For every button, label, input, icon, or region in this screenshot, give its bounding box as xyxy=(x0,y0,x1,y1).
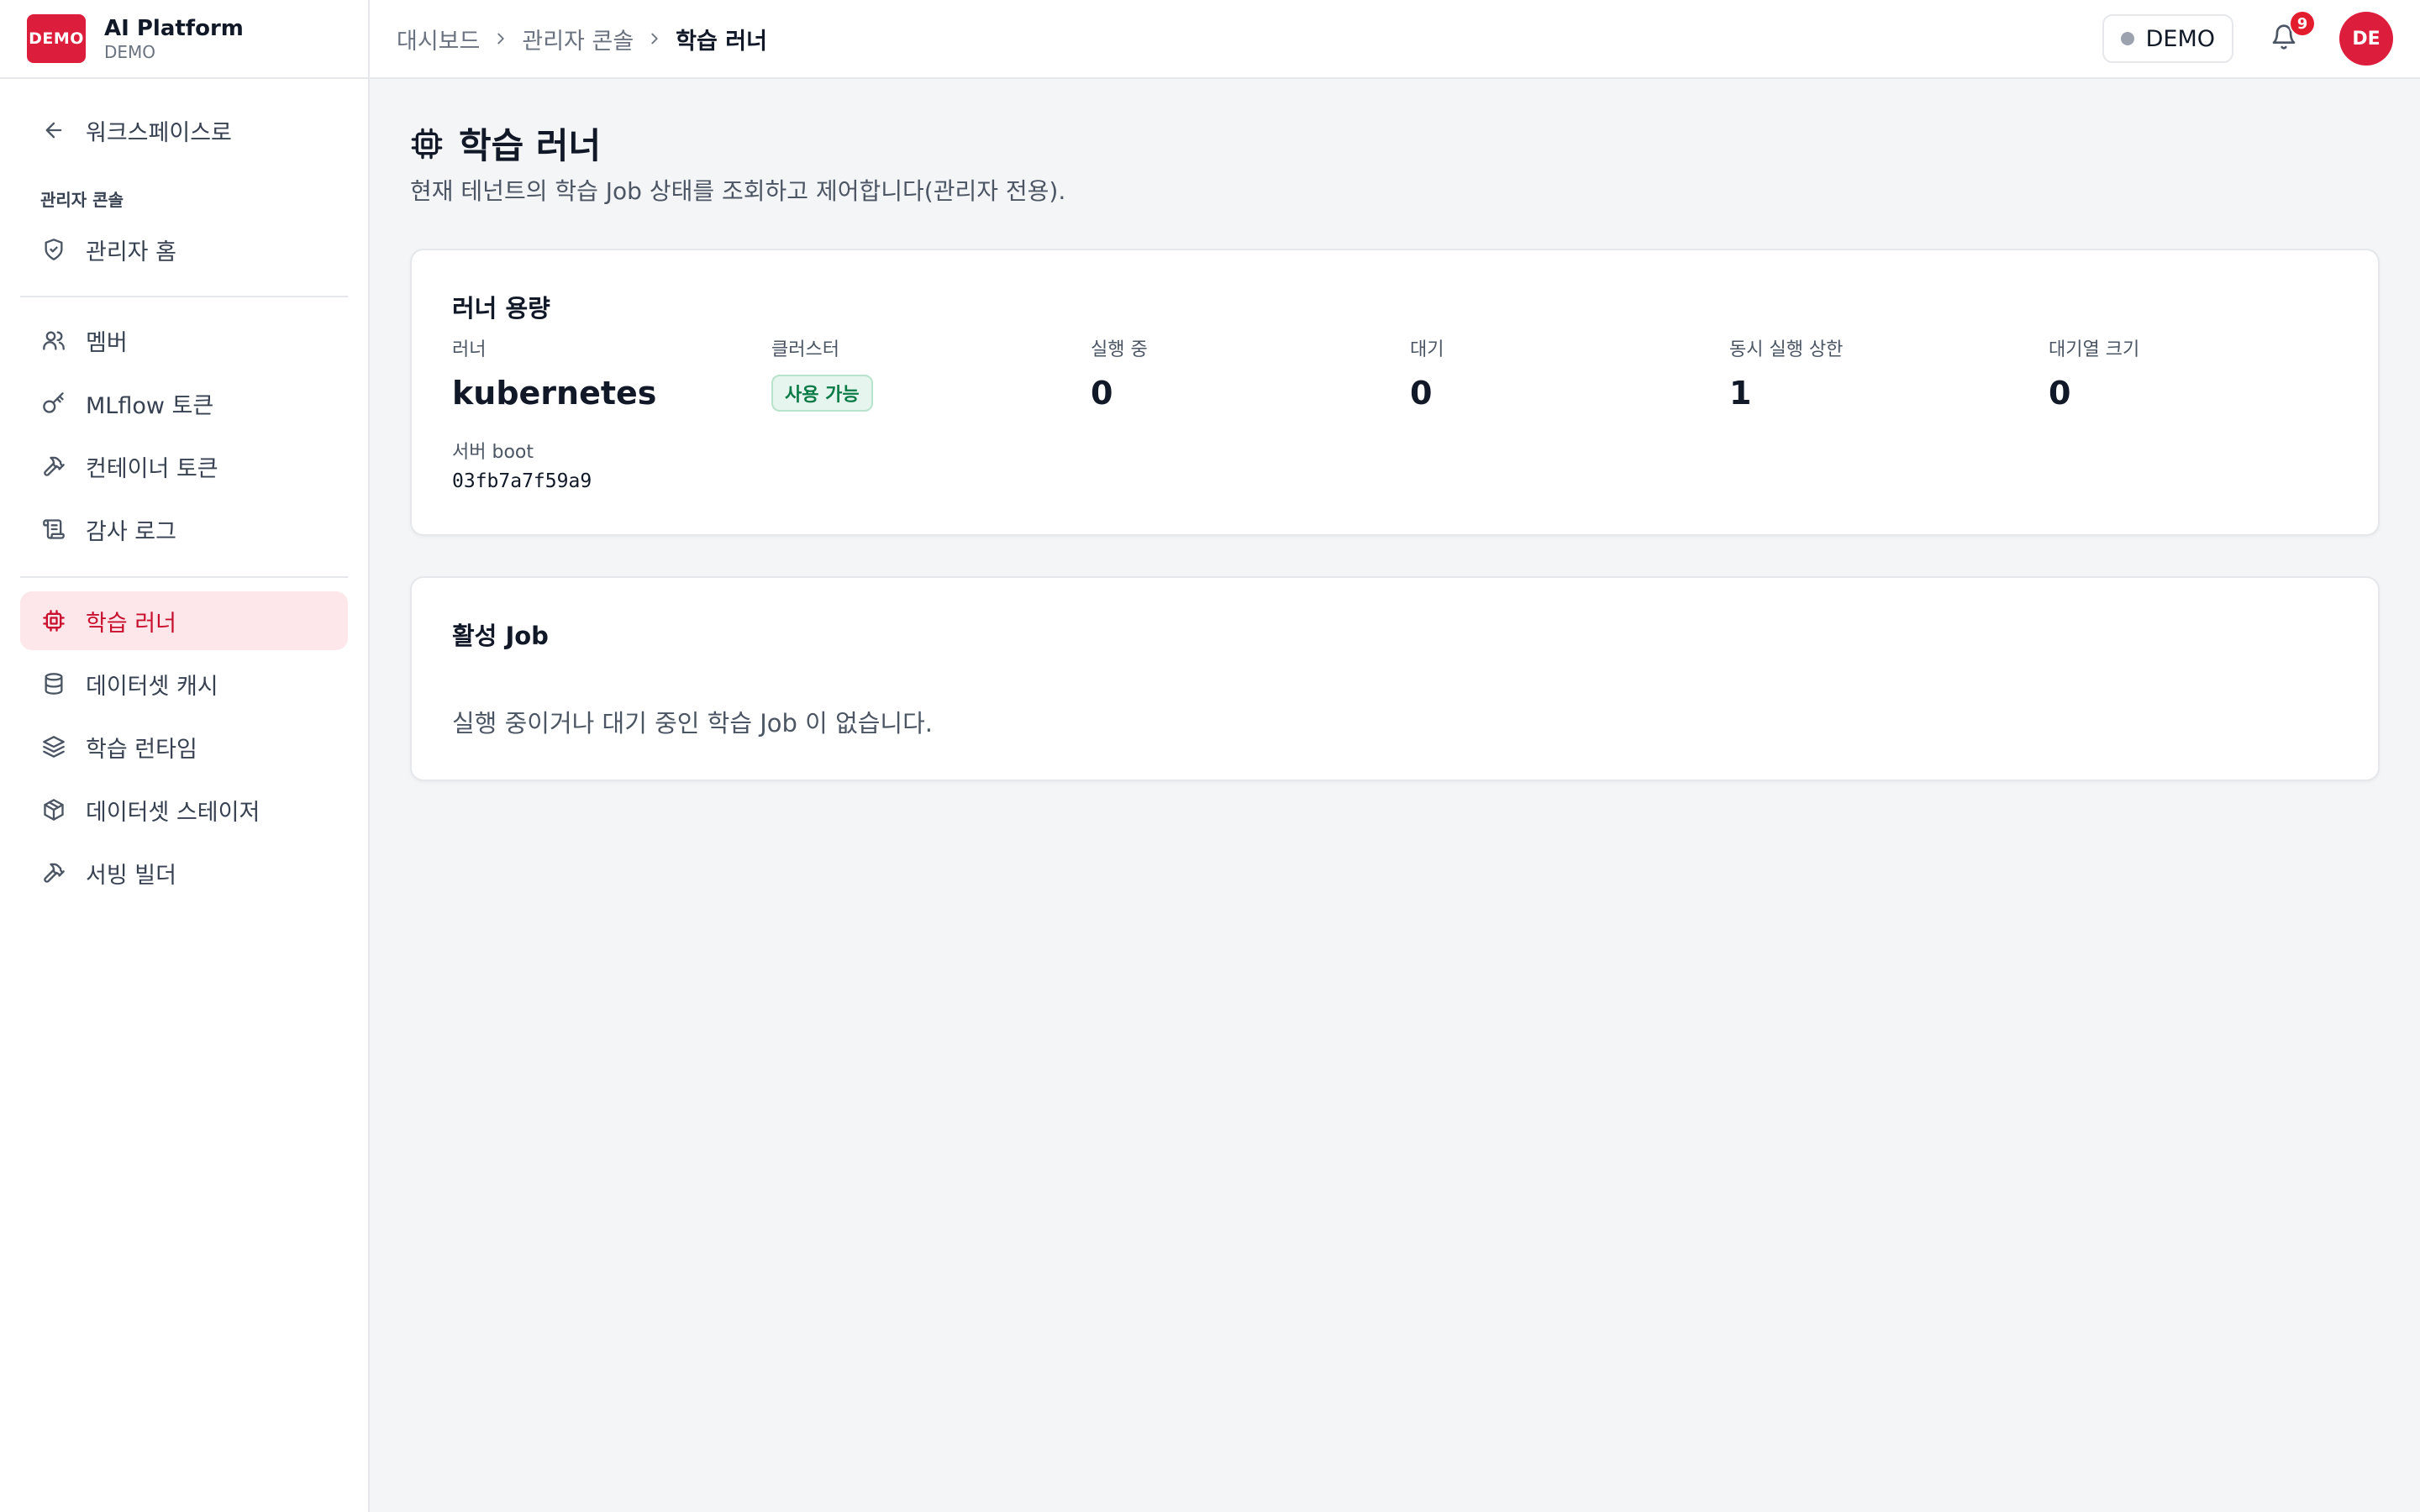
metric-value: 0 xyxy=(1410,375,1433,412)
page-title: 학습 러너 xyxy=(410,118,601,169)
boot-label: 서버 boot xyxy=(452,442,534,463)
card-title: 활성 Job xyxy=(452,622,549,650)
runner-capacity-card: 러너 용량 러너 kubernetes 클러스터 사용 가능 실행 중 0 대기… xyxy=(410,249,2380,536)
metric-runner: 러너 kubernetes xyxy=(452,334,771,412)
active-jobs-card: 활성 Job 실행 중이거나 대기 중인 학습 Job 이 없습니다. xyxy=(410,576,2380,781)
users-icon xyxy=(40,327,67,354)
cpu-icon xyxy=(40,607,67,634)
breadcrumb: 대시보드 관리자 콘솔 학습 러너 xyxy=(397,23,767,55)
metric-queue-size: 대기열 크기 0 xyxy=(2049,334,2368,412)
breadcrumb-dashboard[interactable]: 대시보드 xyxy=(397,23,480,55)
sidebar-item-label: 관리자 홈 xyxy=(86,239,176,265)
sidebar-item-label: MLflow 토큰 xyxy=(86,392,214,419)
notification-count-badge: 9 xyxy=(2289,10,2316,37)
brand[interactable]: DEMO AI Platform DEMO xyxy=(0,0,368,79)
metric-label: 러너 xyxy=(452,339,487,360)
sidebar-item-label: 학습 러너 xyxy=(86,610,176,637)
page-title-text: 학습 러너 xyxy=(459,125,602,166)
sidebar-item-label: 데이터셋 스테이저 xyxy=(86,799,260,826)
metric-value: 0 xyxy=(2049,375,2071,412)
key-icon xyxy=(40,390,67,417)
card-title: 러너 용량 xyxy=(452,294,550,323)
chevron-right-icon xyxy=(492,29,510,48)
sidebar-item-label: 멤버 xyxy=(86,329,128,356)
breadcrumb-current: 학습 러너 xyxy=(676,28,767,55)
boot-id: 03fb7a7f59a9 xyxy=(452,470,592,492)
metric-cluster: 클러스터 사용 가능 xyxy=(771,334,1091,412)
layers-icon xyxy=(40,733,67,760)
metric-running: 실행 중 0 xyxy=(1091,334,1410,412)
brand-subtitle: DEMO xyxy=(104,42,156,62)
sidebar-item-admin-home[interactable]: 관리자 홈 xyxy=(20,220,348,279)
arrow-left-icon xyxy=(40,117,67,144)
tenant-selector[interactable]: DEMO xyxy=(2102,14,2233,63)
sidebar-item-dataset-cache[interactable]: 데이터셋 캐시 xyxy=(20,654,348,713)
user-avatar[interactable]: DE xyxy=(2339,12,2393,66)
sidebar-item-audit-log[interactable]: 감사 로그 xyxy=(20,500,348,559)
sidebar-item-label: 데이터셋 캐시 xyxy=(86,673,218,700)
sidebar-item-label: 컨테이너 토큰 xyxy=(86,455,218,482)
sidebar-item-dataset-stager[interactable]: 데이터셋 스테이저 xyxy=(20,780,348,839)
top-header: 대시보드 관리자 콘솔 학습 러너 DEMO 9 DE xyxy=(370,0,2420,79)
status-badge: 사용 가능 xyxy=(771,375,873,412)
sidebar-item-label: 서빙 빌더 xyxy=(86,862,176,889)
hammer-icon xyxy=(40,453,67,480)
sidebar-item-label: 감사 로그 xyxy=(86,518,176,545)
sidebar-divider xyxy=(20,296,348,297)
section-label-admin-console: 관리자 콘솔 xyxy=(40,190,124,210)
metric-label: 실행 중 xyxy=(1091,339,1148,360)
metric-label: 클러스터 xyxy=(771,339,839,360)
cpu-icon xyxy=(410,127,444,160)
brand-title: AI Platform xyxy=(104,16,244,41)
metric-label: 대기열 크기 xyxy=(2049,339,2140,360)
sidebar-item-training-runtime[interactable]: 학습 런타임 xyxy=(20,717,348,776)
shield-check-icon xyxy=(40,236,67,263)
page-description: 현재 테넌트의 학습 Job 상태를 조회하고 제어합니다(관리자 전용). xyxy=(410,177,1066,205)
server-boot: 서버 boot 03fb7a7f59a9 xyxy=(452,437,592,492)
tenant-label: DEMO xyxy=(2145,25,2215,52)
empty-state-message: 실행 중이거나 대기 중인 학습 Job 이 없습니다. xyxy=(452,709,934,738)
tenant-status-dot xyxy=(2120,32,2134,45)
back-label: 워크스페이스로 xyxy=(86,119,232,146)
breadcrumb-admin-console[interactable]: 관리자 콘솔 xyxy=(522,23,634,55)
hammer-icon xyxy=(40,859,67,886)
sidebar-item-container-token[interactable]: 컨테이너 토큰 xyxy=(20,437,348,496)
sidebar-divider xyxy=(20,576,348,578)
metric-concurrency-limit: 동시 실행 상한 1 xyxy=(1729,334,2049,412)
chevron-right-icon xyxy=(645,29,664,48)
sidebar-item-mlflow-token[interactable]: MLflow 토큰 xyxy=(20,374,348,433)
notifications-button[interactable]: 9 xyxy=(2264,10,2316,59)
back-to-workspace-link[interactable]: 워크스페이스로 xyxy=(20,101,348,160)
sidebar-item-training-runner[interactable]: 학습 러너 xyxy=(20,591,348,650)
scroll-icon xyxy=(40,516,67,543)
metric-waiting: 대기 0 xyxy=(1410,334,1729,412)
metric-label: 동시 실행 상한 xyxy=(1729,339,1844,360)
metric-value: kubernetes xyxy=(452,375,657,412)
sidebar-item-label: 학습 런타임 xyxy=(86,736,197,763)
metric-label: 대기 xyxy=(1410,339,1444,360)
sidebar: DEMO AI Platform DEMO 워크스페이스로 관리자 콘솔 관리자… xyxy=(0,0,370,1512)
package-icon xyxy=(40,796,67,823)
metric-value: 0 xyxy=(1091,375,1113,412)
sidebar-item-serving-builder[interactable]: 서빙 빌더 xyxy=(20,843,348,902)
brand-logo: DEMO xyxy=(27,14,86,63)
metric-value: 1 xyxy=(1729,375,1752,412)
database-icon xyxy=(40,670,67,697)
sidebar-item-members[interactable]: 멤버 xyxy=(20,311,348,370)
